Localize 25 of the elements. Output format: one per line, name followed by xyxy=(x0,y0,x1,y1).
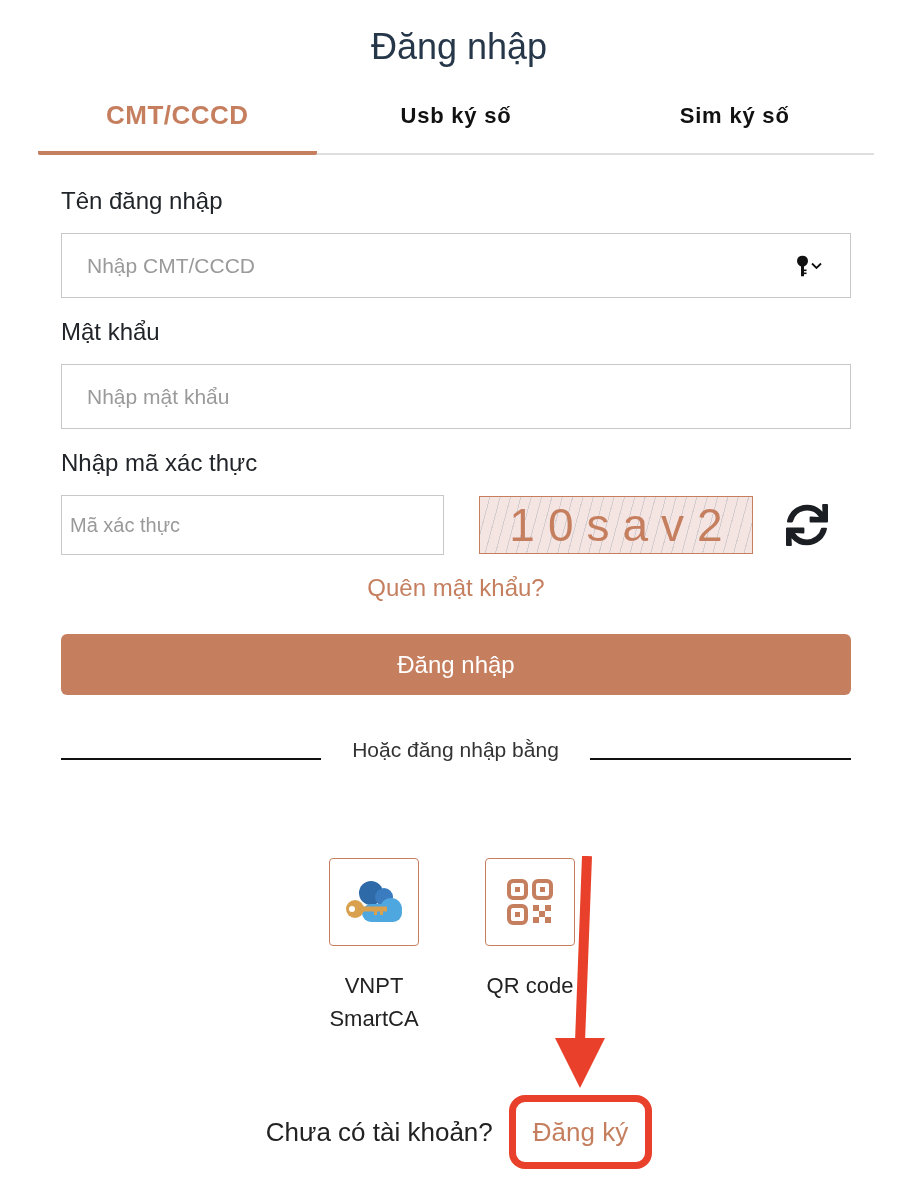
field-label: Nhập mã xác thực xyxy=(61,448,259,478)
captcha-code: 10sav2 xyxy=(508,499,736,551)
password-field[interactable]: Nhập mật khẩu xyxy=(61,364,851,429)
login-tab[interactable]: Sim ký số xyxy=(595,80,874,155)
refresh-icon xyxy=(786,504,828,546)
page-title: Đăng nhập xyxy=(369,25,549,69)
key-icon xyxy=(797,255,808,276)
login-option-button[interactable] xyxy=(485,858,575,946)
field-label: Mật khẩu xyxy=(61,317,161,347)
refresh-button[interactable] xyxy=(786,503,828,547)
chevron-down-icon xyxy=(811,262,822,269)
forgot-password-link[interactable]: Quên mật khẩu? xyxy=(367,572,545,604)
login-tab[interactable]: CMT/CCCD xyxy=(38,80,317,155)
captcha-input-field[interactable]: Mã xác thực xyxy=(61,495,444,555)
login-option-label: VNPT SmartCA xyxy=(328,972,420,1033)
signup-prompt: Chưa có tài khoản? xyxy=(265,1116,493,1149)
input-field[interactable]: Nhập CMT/CCCD xyxy=(61,233,851,298)
login-button[interactable]: Đăng nhập xyxy=(61,634,851,695)
qr-code-icon xyxy=(507,879,553,925)
signup-link[interactable]: Đăng ký xyxy=(532,1117,629,1147)
field-label: Tên đăng nhập xyxy=(61,186,224,216)
divider-label: Hoặc đăng nhập bằng xyxy=(351,737,560,763)
login-tab[interactable]: Usb ký số xyxy=(316,80,596,155)
login-option-button[interactable] xyxy=(329,858,419,946)
login-option-label: QR code xyxy=(485,972,575,1000)
